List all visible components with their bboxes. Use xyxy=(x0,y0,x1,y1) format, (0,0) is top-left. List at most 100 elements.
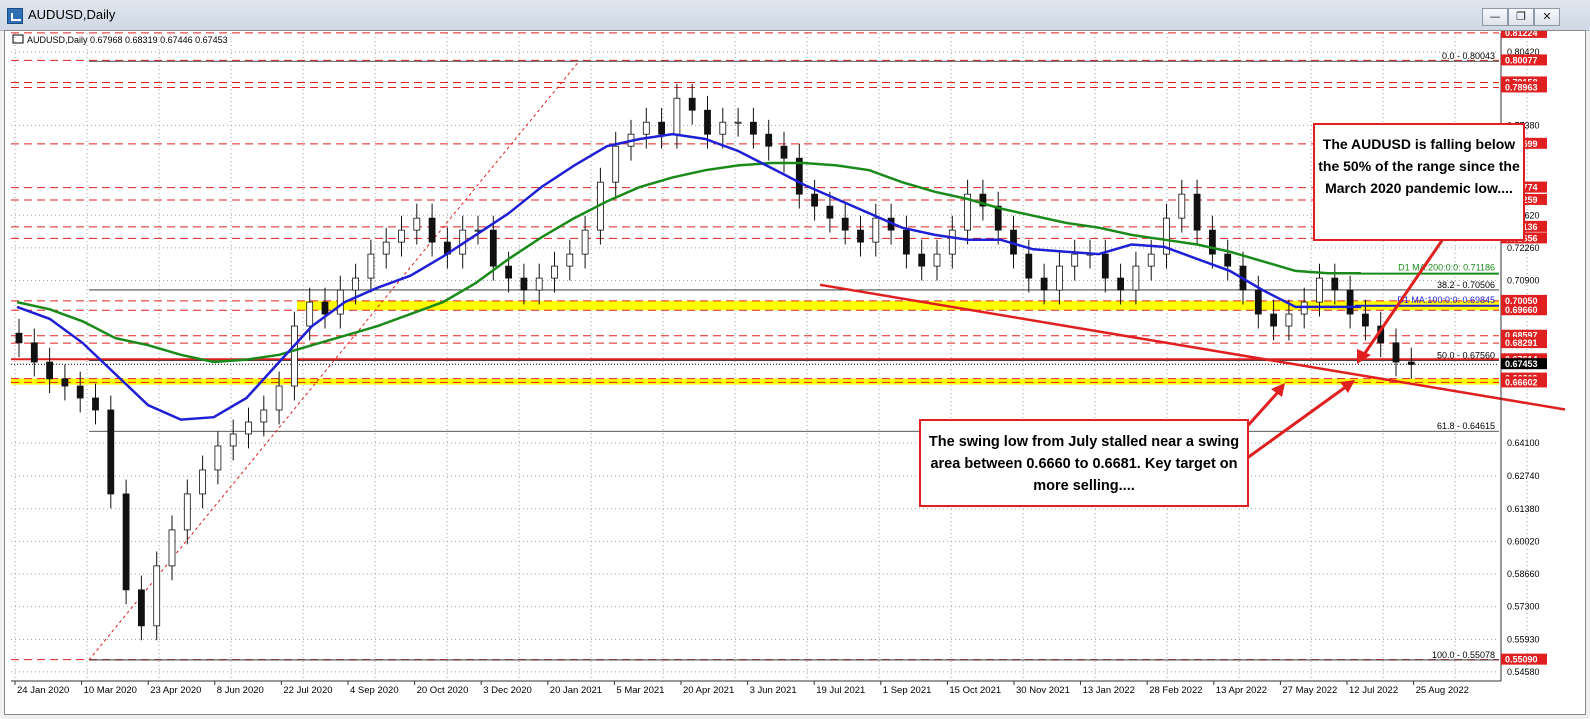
x-tick-label: 8 Jun 2020 xyxy=(217,685,264,696)
candle-body xyxy=(199,469,207,495)
candle-body xyxy=(1392,342,1400,363)
x-tick-label: 20 Oct 2020 xyxy=(417,685,469,696)
candle-body xyxy=(107,409,115,495)
y-tick-label: 0.62740 xyxy=(1507,471,1540,481)
ma-label: D1 MA:100:0:0: 0.69845 xyxy=(1397,295,1495,305)
candle-body xyxy=(1209,229,1216,255)
candle-body xyxy=(505,265,513,279)
fib-level-label: 61.8 - 0.64615 xyxy=(1437,421,1495,431)
ma-label: D1 MA:200:0:0: 0.71186 xyxy=(1398,263,1495,273)
candle-body xyxy=(1025,253,1033,279)
minimize-button[interactable]: — xyxy=(1482,8,1508,26)
x-tick-label: 1 Sep 2021 xyxy=(883,685,932,696)
price-level-tag-label: 0.81224 xyxy=(1505,31,1538,38)
candle-body xyxy=(719,121,727,135)
candle-body xyxy=(688,97,696,111)
candle-body xyxy=(76,385,84,399)
x-tick-label: 13 Jan 2022 xyxy=(1083,685,1135,696)
price-level-tag-label: 0.80077 xyxy=(1505,55,1538,65)
price-level-tag-label: 0.69660 xyxy=(1505,305,1538,315)
candle-body xyxy=(658,121,665,135)
candle-body xyxy=(933,253,941,267)
chart-area[interactable]: 0.0 - 0.80043 38.2 - 0.70506 50.0 - 0.6756… xyxy=(4,30,1586,715)
candle-body xyxy=(290,325,298,387)
x-tick-label: 23 Apr 2020 xyxy=(150,685,201,696)
x-tick-label: 27 May 2022 xyxy=(1282,685,1337,696)
window-title: AUDUSD,Daily xyxy=(28,7,116,22)
candle-body xyxy=(46,361,53,380)
candle-body xyxy=(428,217,436,243)
candle-body xyxy=(489,229,497,267)
candle-body xyxy=(612,145,620,183)
x-tick-label: 30 Nov 2021 xyxy=(1016,685,1070,696)
candle-body xyxy=(704,109,711,135)
candle-body xyxy=(673,97,681,135)
candle-body xyxy=(321,301,329,315)
fib-level-label: 100.0 - 0.55078 xyxy=(1432,650,1495,660)
candle-body xyxy=(1132,265,1140,291)
candle-body xyxy=(367,253,375,279)
candle-body xyxy=(734,121,742,124)
x-tick-label: 10 Mar 2020 xyxy=(84,685,137,696)
candle-body xyxy=(398,229,405,243)
candle-body xyxy=(780,145,788,159)
support-zone-left xyxy=(11,378,301,385)
candle-body xyxy=(1316,277,1323,303)
candle-body xyxy=(1178,193,1186,219)
x-tick-label: 3 Dec 2020 xyxy=(483,685,532,696)
candle-body xyxy=(535,277,543,291)
candle-body xyxy=(750,121,757,135)
close-button[interactable]: ✕ xyxy=(1534,8,1560,26)
candle-body xyxy=(1362,313,1369,327)
candle-body xyxy=(1117,277,1124,291)
fib-level-label: 0.0 - 0.80043 xyxy=(1442,51,1495,61)
candle-body xyxy=(30,342,38,363)
y-tick-label: 0.72260 xyxy=(1507,243,1540,253)
candle-body xyxy=(153,565,161,627)
candle-body xyxy=(1346,289,1354,315)
candle-body xyxy=(872,217,880,243)
candle-body xyxy=(918,253,926,267)
candle-body xyxy=(260,409,268,423)
candle-body xyxy=(61,378,69,387)
x-tick-label: 24 Jan 2020 xyxy=(17,685,69,696)
candle-body xyxy=(1101,253,1109,279)
x-tick-label: 22 Jul 2020 xyxy=(283,685,332,696)
candle-body xyxy=(122,493,130,591)
candle-body xyxy=(948,229,956,255)
candle-body xyxy=(1331,277,1339,291)
price-level-tag-label: 0.67453 xyxy=(1505,359,1538,369)
candle-body xyxy=(1056,265,1063,291)
restore-button[interactable]: ❐ xyxy=(1508,8,1534,26)
x-tick-label: 5 Mar 2021 xyxy=(616,685,664,696)
y-tick-label: 0.55930 xyxy=(1507,635,1540,645)
callout-top-text: The AUDUSD is falling below the 50% of t… xyxy=(1318,136,1520,196)
candle-body xyxy=(642,121,650,135)
y-tick-label: 0.54580 xyxy=(1507,667,1540,677)
price-level-tag-label: 0.68291 xyxy=(1505,338,1538,348)
candle-body xyxy=(15,332,23,344)
chart-header-text: AUDUSD,Daily 0.67968 0.68319 0.67446 0.6… xyxy=(27,35,228,45)
callout-bottom-text: The swing low from July stalled near a s… xyxy=(928,434,1240,494)
y-tick-label: 0.70900 xyxy=(1507,275,1540,285)
x-tick-label: 25 Aug 2022 xyxy=(1416,685,1469,696)
candle-body xyxy=(306,301,314,327)
price-level-tag-label: 0.55090 xyxy=(1505,655,1538,665)
x-tick-label: 19 Jul 2021 xyxy=(816,685,865,696)
candle-body xyxy=(1285,313,1293,327)
candle-body xyxy=(1224,253,1232,267)
candle-body xyxy=(826,205,834,219)
candle-body xyxy=(1147,253,1155,267)
x-tick-label: 20 Jan 2021 xyxy=(550,685,602,696)
x-tick-label: 20 Apr 2021 xyxy=(683,685,734,696)
window-titlebar[interactable]: AUDUSD,Daily — ❐ ✕ xyxy=(0,0,1590,31)
x-tick-label: 3 Jun 2021 xyxy=(750,685,797,696)
x-tick-label: 28 Feb 2022 xyxy=(1149,685,1202,696)
chart-app-icon xyxy=(7,8,23,24)
support-zone xyxy=(297,378,1499,385)
callout-bottom-annotation: The swing low from July stalled near a s… xyxy=(919,419,1249,507)
x-tick-label: 15 Oct 2021 xyxy=(949,685,1001,696)
candle-body xyxy=(413,217,421,231)
candle-body xyxy=(765,133,773,147)
x-tick-label: 13 Apr 2022 xyxy=(1216,685,1267,696)
